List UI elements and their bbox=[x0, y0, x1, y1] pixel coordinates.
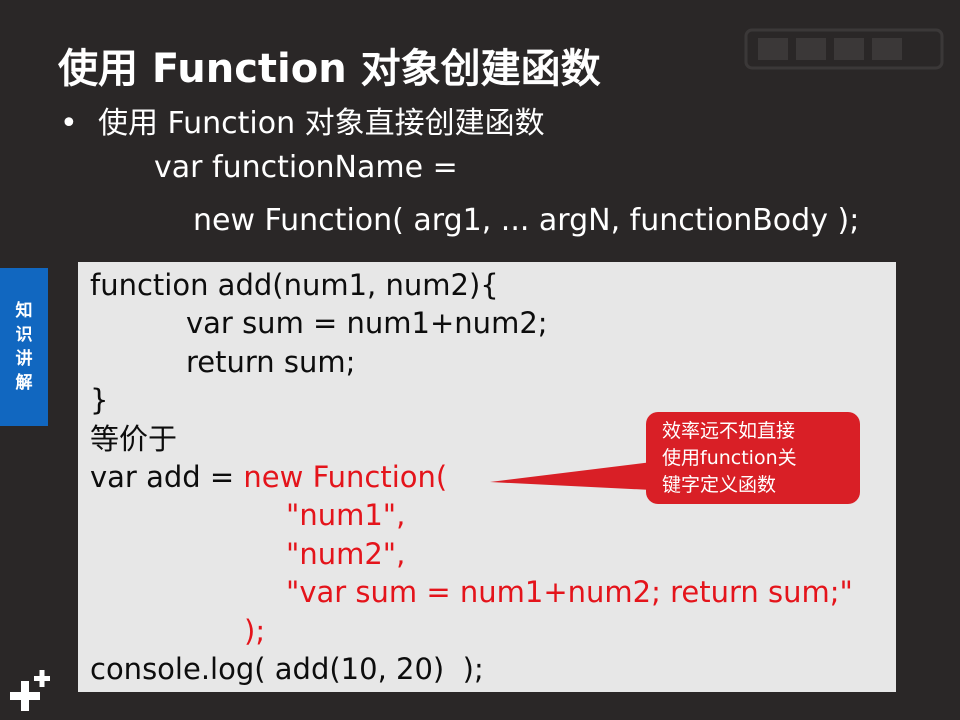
plus-plus-logo-icon bbox=[10, 670, 50, 711]
code-text: } bbox=[90, 383, 109, 418]
callout-line: 键字定义函数 bbox=[662, 474, 777, 496]
bullet-dot: • bbox=[60, 106, 78, 141]
side-tab-char: 讲 bbox=[15, 349, 33, 369]
code-text: function add(num1, num2){ bbox=[90, 268, 499, 302]
code-line: return sum; bbox=[90, 343, 853, 381]
bullet-item: • 使用 Function 对象直接创建函数 bbox=[60, 98, 545, 142]
callout-line: 使用function关 bbox=[662, 447, 797, 469]
syntax-line-2: new Function( arg1, ... argN, functionBo… bbox=[193, 203, 860, 238]
code-text: var add = bbox=[90, 459, 244, 494]
watermark-logo-icon bbox=[744, 28, 944, 70]
code-line: "var sum = num1+num2; return sum;" bbox=[90, 573, 853, 611]
side-tab-char: 识 bbox=[15, 325, 33, 345]
code-line: "num2", bbox=[90, 535, 853, 573]
code-text: return sum; bbox=[186, 344, 356, 379]
code-line: ); bbox=[90, 612, 853, 650]
syntax-line-1: var functionName = bbox=[154, 150, 458, 185]
code-line: function add(num1, num2){ bbox=[90, 266, 853, 304]
callout-line: 效率远不如直接 bbox=[662, 420, 796, 442]
code-text: 等价于 bbox=[90, 421, 178, 456]
callout-note: 效率远不如直接 使用function关 键字定义函数 bbox=[646, 412, 860, 504]
code-text-highlight: "num1", bbox=[286, 498, 406, 533]
side-tab-char: 解 bbox=[15, 373, 33, 393]
code-text-highlight: new Function( bbox=[243, 459, 448, 494]
code-text: var sum = num1+num2; bbox=[186, 306, 548, 341]
bullet-text: 使用 Function 对象直接创建函数 bbox=[98, 106, 545, 141]
code-text-highlight: "var sum = num1+num2; return sum;" bbox=[286, 575, 853, 610]
code-line: var sum = num1+num2; bbox=[90, 304, 853, 342]
side-tab-knowledge: 知 识 讲 解 bbox=[0, 268, 48, 426]
code-text-highlight: "num2", bbox=[286, 536, 406, 571]
code-text: console.log( add(10, 20) ); bbox=[90, 651, 484, 686]
code-line: console.log( add(10, 20) ); bbox=[90, 650, 853, 688]
side-tab-char: 知 bbox=[15, 301, 33, 321]
slide-title: 使用 Function 对象创建函数 bbox=[58, 46, 601, 92]
code-text-highlight: ); bbox=[244, 613, 266, 648]
